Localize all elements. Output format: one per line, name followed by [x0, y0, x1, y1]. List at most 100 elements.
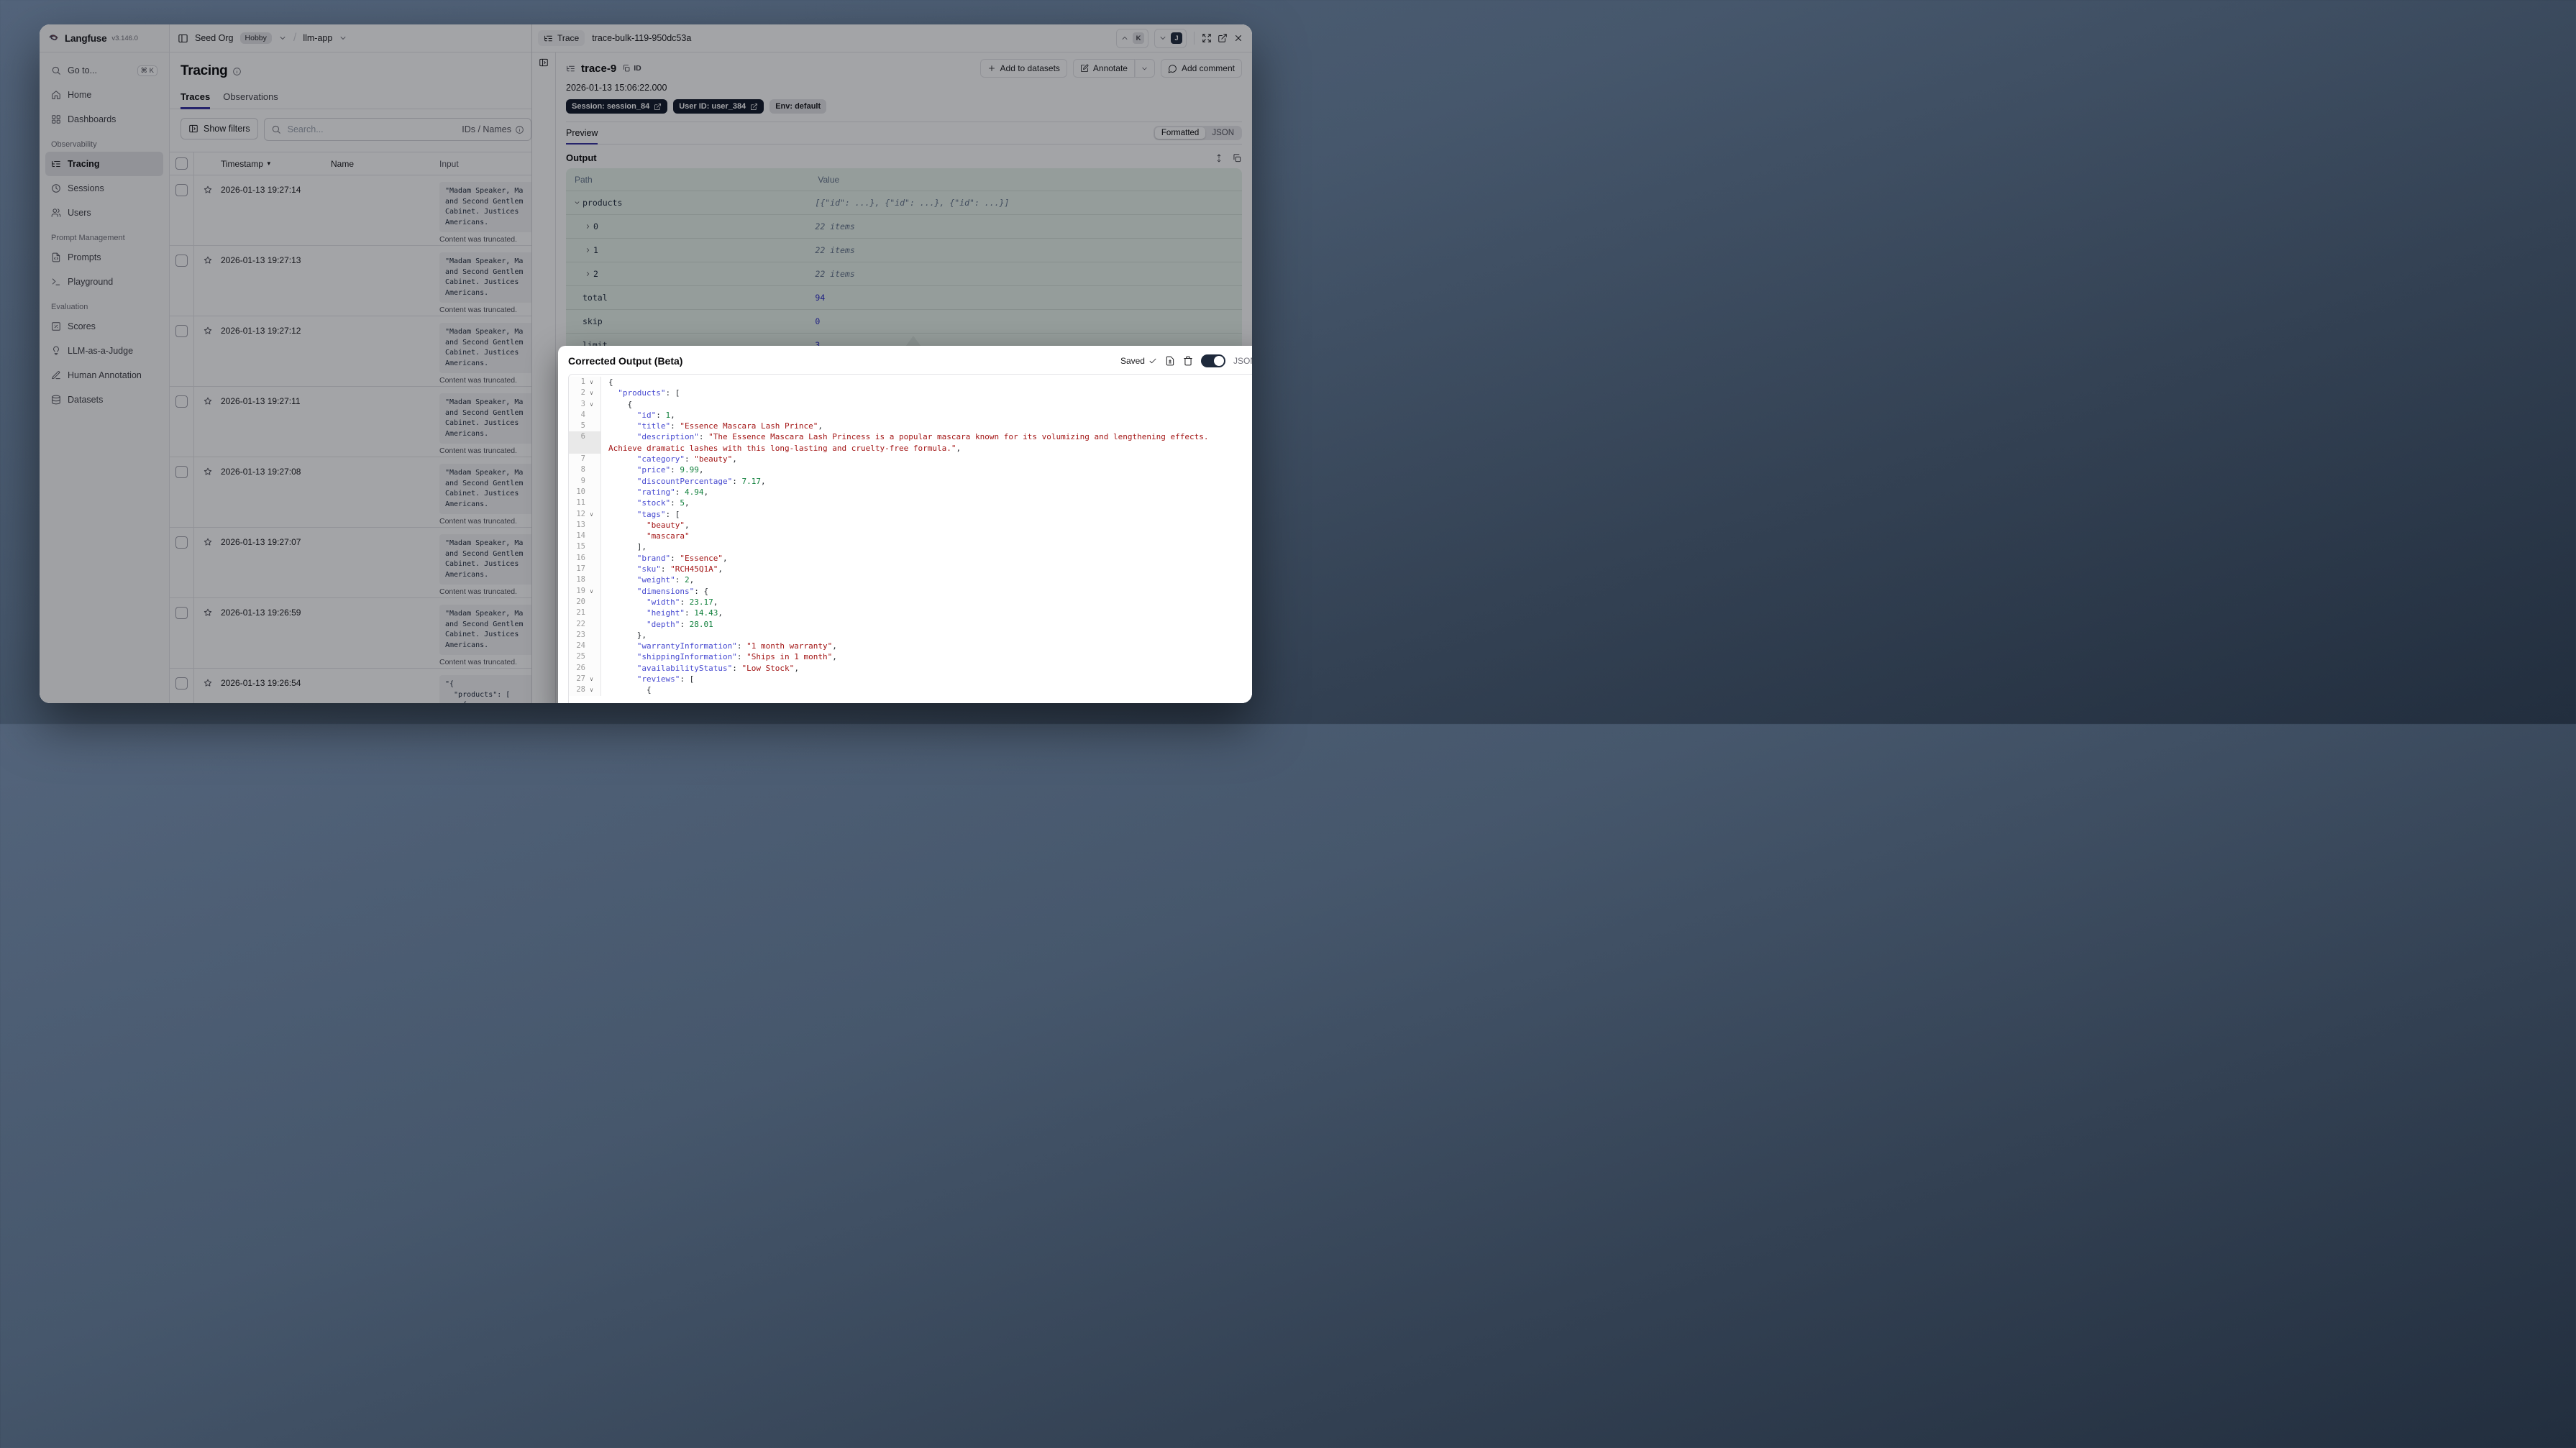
- sidebar-item-goto[interactable]: Go to... ⌘ K: [45, 58, 163, 83]
- output-row[interactable]: skip 0: [566, 310, 1242, 334]
- json-mode-toggle[interactable]: [1200, 354, 1225, 367]
- row-checkbox[interactable]: [175, 255, 188, 267]
- sidebar-item-datasets[interactable]: Datasets: [45, 388, 163, 412]
- add-to-datasets-button[interactable]: Add to datasets: [979, 59, 1067, 78]
- trace-badge-user-id[interactable]: User ID: user_384: [673, 99, 764, 114]
- output-row[interactable]: total 94: [566, 286, 1242, 310]
- chevron-down-icon[interactable]: [572, 199, 583, 206]
- panel-left-toggle-icon[interactable]: [178, 33, 188, 44]
- panel-open-icon[interactable]: [539, 58, 549, 68]
- output-row[interactable]: products [{"id": ...}, {"id": ...}, {"id"…: [566, 191, 1242, 215]
- chevron-right-icon[interactable]: [583, 270, 593, 278]
- sidebar-goto-label: Go to...: [68, 65, 97, 75]
- row-checkbox[interactable]: [175, 677, 188, 689]
- code-line: 3 ∨ {: [569, 398, 1252, 410]
- chevron-right-icon[interactable]: [583, 247, 593, 254]
- star-icon[interactable]: [203, 185, 213, 195]
- table-row[interactable]: 2026-01-13 19:27:12 "Madam Speaker, Ma an…: [170, 316, 531, 387]
- row-checkbox[interactable]: [175, 536, 188, 549]
- show-filters-button[interactable]: Show filters: [181, 118, 258, 139]
- select-all-checkbox[interactable]: [175, 157, 188, 170]
- sidebar-item-tracing[interactable]: Tracing: [45, 152, 163, 176]
- row-checkbox[interactable]: [175, 395, 188, 408]
- table-row[interactable]: 2026-01-13 19:26:54 "{ "products": [ {: [170, 669, 531, 703]
- row-checkbox[interactable]: [175, 325, 188, 337]
- fold-chevron-icon[interactable]: ∨: [585, 377, 598, 388]
- sidebar-item-scores[interactable]: Scores: [45, 314, 163, 339]
- fold-chevron-icon[interactable]: ∨: [585, 388, 598, 398]
- fold-chevron-icon[interactable]: ∨: [585, 684, 598, 695]
- star-icon[interactable]: [203, 537, 213, 547]
- tab-observations[interactable]: Observations: [223, 91, 278, 109]
- fold-chevron-icon[interactable]: ∨: [585, 674, 598, 684]
- table-row[interactable]: 2026-01-13 19:27:08 "Madam Speaker, Ma an…: [170, 457, 531, 528]
- gutter: 13: [569, 519, 601, 531]
- table-row[interactable]: 2026-01-13 19:27:11 "Madam Speaker, Ma an…: [170, 387, 531, 457]
- json-code-editor[interactable]: 1 ∨{2 ∨ "products": [3 ∨ {4 "id": 1, 5 "titl…: [568, 374, 1252, 703]
- sidebar-item-sessions[interactable]: Sessions: [45, 176, 163, 201]
- copy-icon: [622, 64, 631, 73]
- fold-chevron-icon[interactable]: ∨: [585, 399, 598, 410]
- annotate-button[interactable]: Annotate: [1072, 59, 1135, 78]
- chevron-right-icon[interactable]: [583, 223, 593, 230]
- star-icon[interactable]: [203, 608, 213, 618]
- gutter: 5: [569, 421, 601, 432]
- expand-rows-icon[interactable]: [1214, 153, 1224, 163]
- tab-preview[interactable]: Preview: [566, 122, 598, 145]
- star-icon[interactable]: [203, 255, 213, 265]
- org-chevron-down-icon[interactable]: [278, 34, 287, 42]
- next-trace-button[interactable]: J: [1154, 28, 1187, 48]
- copy-output-icon[interactable]: [1232, 153, 1242, 163]
- close-icon[interactable]: [1233, 33, 1243, 43]
- fold-chevron-icon[interactable]: ∨: [585, 586, 598, 597]
- open-in-new-icon[interactable]: [1218, 33, 1228, 43]
- project-name[interactable]: llm-app: [303, 33, 332, 43]
- fold-chevron-icon[interactable]: ∨: [585, 509, 598, 520]
- sidebar-item-llm-as-a-judge[interactable]: LLM-as-a-Judge: [45, 339, 163, 363]
- row-checkbox[interactable]: [175, 607, 188, 619]
- copy-id-button[interactable]: ID: [622, 64, 641, 73]
- star-icon[interactable]: [203, 678, 213, 688]
- file-diff-icon[interactable]: [1165, 356, 1175, 366]
- project-chevron-down-icon[interactable]: [339, 34, 347, 42]
- annotate-menu-button[interactable]: [1134, 59, 1155, 78]
- sidebar-item-playground[interactable]: Playground: [45, 270, 163, 294]
- output-row[interactable]: 1 22 items: [566, 239, 1242, 262]
- table-row[interactable]: 2026-01-13 19:27:14 "Madam Speaker, Ma an…: [170, 175, 531, 246]
- trash-icon[interactable]: [1183, 356, 1193, 366]
- star-icon[interactable]: [203, 467, 213, 477]
- sidebar-item-dashboards[interactable]: Dashboards: [45, 107, 163, 132]
- search-input[interactable]: [286, 124, 457, 135]
- search-scope[interactable]: IDs / Names: [462, 124, 524, 134]
- search-box[interactable]: IDs / Names: [263, 118, 531, 141]
- format-formatted-option[interactable]: Formatted: [1154, 127, 1206, 139]
- col-name[interactable]: Name: [331, 152, 439, 175]
- expand-panel-icon[interactable]: [1202, 33, 1212, 43]
- format-json-option[interactable]: JSON: [1205, 127, 1241, 139]
- org-name[interactable]: Seed Org: [195, 33, 234, 43]
- code-text: "category": "beauty",: [636, 454, 737, 464]
- add-comment-button[interactable]: Add comment: [1160, 59, 1242, 78]
- row-checkbox[interactable]: [175, 184, 188, 196]
- code-line: 10 "rating": 4.94,: [569, 486, 1252, 498]
- table-row[interactable]: 2026-01-13 19:27:13 "Madam Speaker, Ma an…: [170, 246, 531, 316]
- page-info-icon[interactable]: [232, 67, 242, 76]
- sidebar-item-users[interactable]: Users: [45, 201, 163, 225]
- col-timestamp[interactable]: Timestamp ▼: [221, 152, 331, 175]
- output-row[interactable]: 0 22 items: [566, 215, 1242, 239]
- row-checkbox[interactable]: [175, 466, 188, 478]
- table-row[interactable]: 2026-01-13 19:26:59 "Madam Speaker, Ma an…: [170, 598, 531, 669]
- sidebar-item-home[interactable]: Home: [45, 83, 163, 107]
- star-icon[interactable]: [203, 396, 213, 406]
- gutter: 25: [569, 651, 601, 663]
- tab-traces[interactable]: Traces: [181, 91, 211, 109]
- trace-badge-session[interactable]: Session: session_84: [566, 99, 668, 114]
- output-row[interactable]: 2 22 items: [566, 262, 1242, 286]
- code-text: "tags": [: [636, 509, 680, 519]
- sidebar-item-human-annotation[interactable]: Human Annotation: [45, 363, 163, 388]
- star-icon[interactable]: [203, 326, 213, 336]
- prev-trace-button[interactable]: K: [1116, 28, 1148, 48]
- sidebar-item-prompts[interactable]: Prompts: [45, 245, 163, 270]
- table-row[interactable]: 2026-01-13 19:27:07 "Madam Speaker, Ma an…: [170, 528, 531, 598]
- col-input[interactable]: Input: [439, 152, 531, 175]
